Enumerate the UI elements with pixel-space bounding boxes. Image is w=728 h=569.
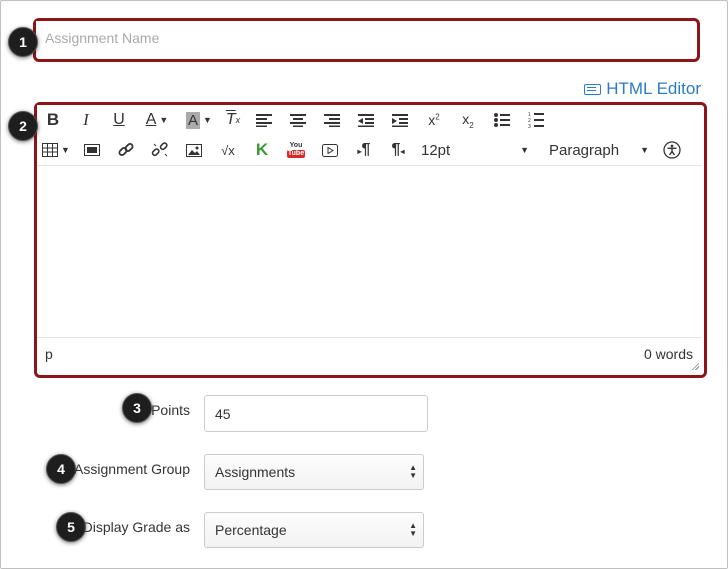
chevron-down-icon: ▼ <box>159 115 169 125</box>
image-icon <box>186 143 202 157</box>
indent-icon <box>392 113 408 127</box>
youtube-icon: You Tube <box>287 141 305 158</box>
italic-button[interactable]: I <box>69 107 103 133</box>
equation-button[interactable]: √x <box>211 137 245 163</box>
block-format-value: Paragraph <box>549 141 620 159</box>
chevron-down-icon: ▼ <box>640 145 649 155</box>
assignment-name-input[interactable] <box>36 21 692 54</box>
align-right-icon <box>324 113 340 127</box>
rich-content-editor: B I U A ▼ A ▼ Tx x2 x2 123 ▼ √x K You Tu… <box>37 105 701 372</box>
superscript-button[interactable]: x2 <box>417 107 451 133</box>
align-right-button[interactable] <box>315 107 349 133</box>
play-icon <box>322 143 338 157</box>
editor-status-bar: p 0 words <box>37 337 701 370</box>
text-color-button[interactable]: A ▼ <box>135 107 179 133</box>
kaltura-button[interactable]: K <box>245 137 279 163</box>
chevron-down-icon: ▼ <box>520 145 529 155</box>
paragraph-rtl-icon: ¶◂ <box>391 141 405 158</box>
superscript-icon: x2 <box>428 112 440 128</box>
embed-video-button[interactable] <box>313 137 347 163</box>
display-grade-select[interactable]: Percentage ▲ ▼ <box>204 512 424 548</box>
kaltura-icon: K <box>255 140 269 159</box>
select-arrows-icon: ▲ ▼ <box>409 463 417 480</box>
font-size-value: 12pt <box>421 141 451 159</box>
numbered-list-icon: 123 <box>528 112 544 128</box>
points-label: Points <box>151 402 190 418</box>
subscript-icon: x2 <box>462 110 474 130</box>
clear-formatting-button[interactable]: Tx <box>219 107 247 133</box>
accessibility-checker-button[interactable] <box>655 137 689 163</box>
callout-1: 1 <box>8 27 38 57</box>
ltr-button[interactable]: ▸¶ <box>347 137 381 163</box>
accessibility-icon <box>663 141 681 159</box>
points-value: 45 <box>215 405 231 422</box>
display-grade-label: Display Grade as <box>82 519 190 535</box>
square-root-icon: √x <box>221 142 235 158</box>
bullet-list-button[interactable] <box>485 107 519 133</box>
assignment-group-value: Assignments <box>215 464 296 480</box>
clear-formatting-icon: T <box>225 111 236 128</box>
svg-text:3: 3 <box>528 124 531 128</box>
align-left-icon <box>256 113 272 127</box>
callout-3: 3 <box>122 393 152 423</box>
link-icon <box>118 143 134 156</box>
subscript-button[interactable]: x2 <box>451 107 485 133</box>
points-input[interactable]: 45 <box>204 395 428 432</box>
chevron-down-icon: ▼ <box>61 145 70 155</box>
toolbar-row-1: B I U A ▼ A ▼ Tx x2 x2 123 <box>37 106 553 134</box>
font-size-select[interactable]: 12pt ▼ <box>415 137 535 163</box>
chevron-down-icon: ▼ <box>203 115 212 125</box>
html-editor-label: HTML Editor <box>606 79 701 98</box>
table-icon <box>42 143 59 157</box>
link-button[interactable] <box>109 137 143 163</box>
underline-button[interactable]: U <box>103 107 135 133</box>
outdent-button[interactable] <box>349 107 383 133</box>
table-button[interactable]: ▼ <box>37 137 75 163</box>
html-editor-link[interactable]: HTML Editor <box>584 79 701 99</box>
background-color-icon: A <box>186 111 201 129</box>
youtube-button[interactable]: You Tube <box>279 137 313 163</box>
keyboard-icon <box>584 83 602 95</box>
callout-2: 2 <box>8 111 38 141</box>
paragraph-ltr-icon: ▸¶ <box>357 141 371 158</box>
unlink-button[interactable] <box>143 137 177 163</box>
film-icon <box>84 144 100 156</box>
editor-content-area[interactable] <box>37 166 701 337</box>
unlink-icon <box>151 142 168 157</box>
assignment-group-select[interactable]: Assignments ▲ ▼ <box>204 454 424 490</box>
text-color-icon: A <box>145 111 157 128</box>
element-path[interactable]: p <box>45 346 53 362</box>
block-format-select[interactable]: Paragraph ▼ <box>535 137 655 163</box>
select-arrows-icon: ▲ ▼ <box>409 521 417 538</box>
toolbar-row-2: ▼ √x K You Tube ▸¶ ¶◂ 12pt ▼ Paragraph ▼ <box>37 136 701 164</box>
display-grade-value: Percentage <box>215 522 287 538</box>
indent-button[interactable] <box>383 107 417 133</box>
word-count: 0 words <box>643 346 693 362</box>
assignment-group-label: Assignment Group <box>74 461 190 477</box>
background-color-button[interactable]: A ▼ <box>179 107 219 133</box>
bold-button[interactable]: B <box>37 107 69 133</box>
media-button[interactable] <box>75 137 109 163</box>
bullet-list-icon <box>494 113 510 127</box>
resize-handle[interactable] <box>691 362 699 370</box>
numbered-list-button[interactable]: 123 <box>519 107 553 133</box>
image-button[interactable] <box>177 137 211 163</box>
outdent-icon <box>358 113 374 127</box>
rtl-button[interactable]: ¶◂ <box>381 137 415 163</box>
align-center-button[interactable] <box>281 107 315 133</box>
align-center-icon <box>290 113 306 127</box>
align-left-button[interactable] <box>247 107 281 133</box>
